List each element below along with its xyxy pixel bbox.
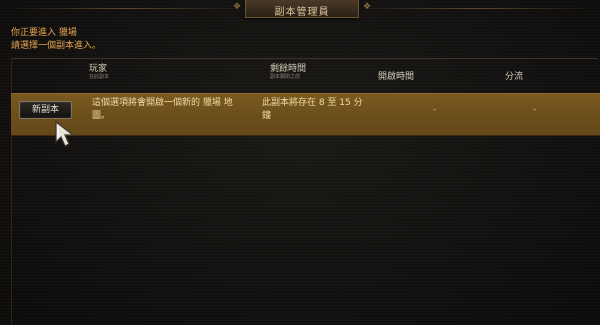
table-row[interactable]: 新副本 這個選項將會開啟一個新的 獵場 地圖。 此副本將存在 8 至 15 分鐘… — [11, 93, 600, 136]
column-header-channel: 分流 — [505, 72, 524, 82]
new-instance-button[interactable]: 新副本 — [19, 101, 72, 119]
column-header-open-time: 開啟時間 — [378, 72, 415, 82]
title-divider-left — [10, 8, 240, 9]
column-subheader-players: 在此副本 — [89, 74, 110, 80]
row-open-time: - — [433, 105, 437, 115]
entering-location-text: 你正要進入 獵場 — [11, 28, 77, 38]
row-description: 這個選項將會開啟一個新的 獵場 地圖。 — [92, 98, 233, 121]
column-subheader-remaining-time: 副本關閉之前 — [270, 74, 301, 80]
ornament-right-icon: ❖ — [362, 2, 372, 12]
title-divider-right — [362, 8, 590, 9]
window-title-plate: ❖ 副本管理員 ❖ — [233, 0, 371, 18]
row-channel: - — [533, 105, 537, 115]
instance-manager-panel: ❖ 副本管理員 ❖ 你正要進入 獵場 請選擇一個副本進入。 玩家 在此副本 剩餘… — [0, 0, 600, 325]
choose-instance-text: 請選擇一個副本進入。 — [11, 41, 102, 51]
window-title: 副本管理員 — [274, 7, 330, 18]
ornament-left-icon: ❖ — [232, 2, 242, 12]
row-remaining-time: 此副本將存在 8 至 15 分鐘 — [262, 98, 363, 121]
mouse-pointer-icon — [55, 120, 75, 147]
